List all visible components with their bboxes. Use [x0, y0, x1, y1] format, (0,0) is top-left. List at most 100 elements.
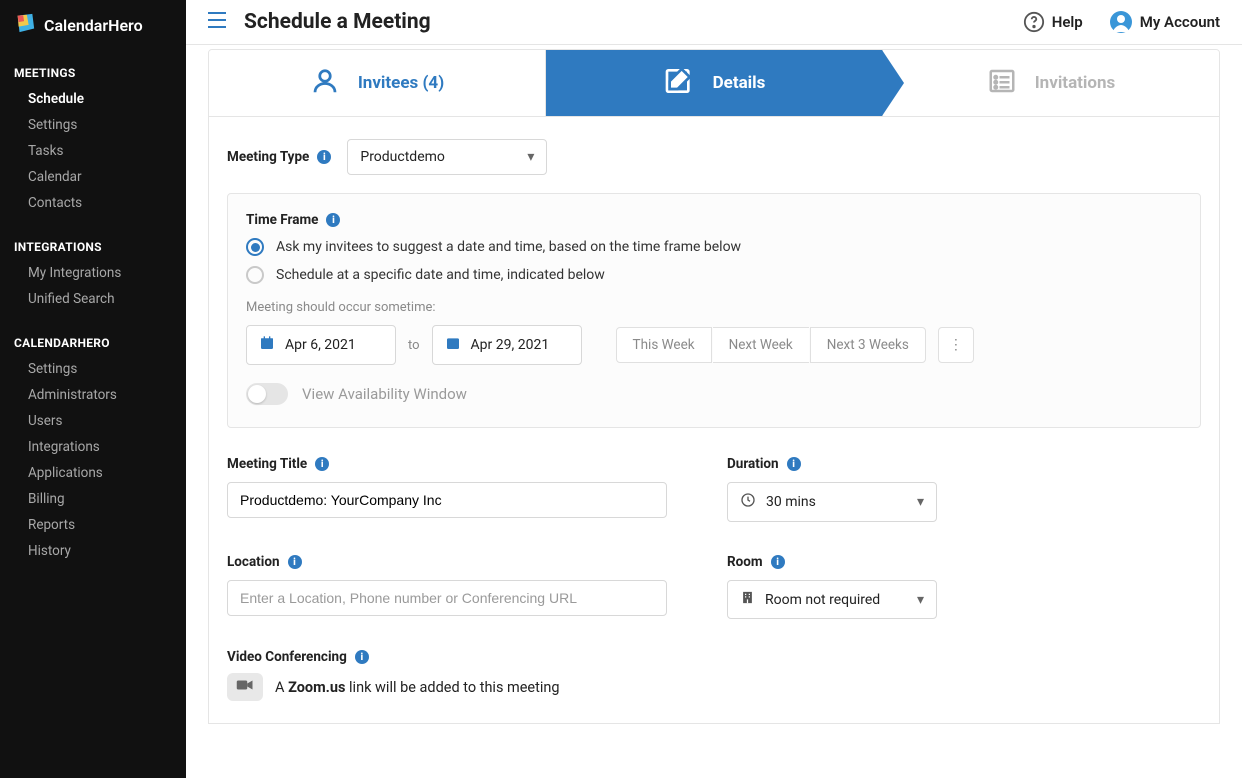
nav-item-settings[interactable]: Settings — [0, 112, 186, 138]
date-from-input[interactable]: Apr 6, 2021 — [246, 325, 396, 365]
camera-icon — [236, 678, 254, 696]
nav-item-users[interactable]: Users — [0, 408, 186, 434]
quick-range-group: This Week Next Week Next 3 Weeks — [616, 327, 926, 363]
caret-down-icon: ▾ — [917, 494, 924, 510]
nav-group-calendarhero: CALENDARHERO — [0, 326, 186, 356]
availability-toggle[interactable] — [246, 383, 288, 405]
wizard-step-invitees[interactable]: Invitees (4) — [209, 50, 545, 116]
info-icon[interactable]: i — [317, 150, 331, 164]
wizard-step-label: Invitees (4) — [358, 73, 444, 93]
radio-icon — [246, 266, 264, 284]
kebab-icon: ⋮ — [949, 337, 963, 353]
help-icon — [1023, 11, 1045, 33]
wizard-tabs: Invitees (4) Details Invitations — [208, 49, 1220, 117]
page-title: Schedule a Meeting — [244, 10, 431, 34]
info-icon[interactable]: i — [771, 555, 785, 569]
my-account-button[interactable]: My Account — [1109, 10, 1220, 34]
edit-icon — [663, 65, 695, 101]
date-to-word: to — [408, 338, 420, 353]
location-label: Location i — [227, 554, 667, 570]
meeting-title-input[interactable] — [240, 492, 654, 508]
duration-value: 30 mins — [766, 494, 816, 510]
info-icon[interactable]: i — [288, 555, 302, 569]
radio-label: Ask my invitees to suggest a date and ti… — [276, 239, 741, 255]
room-label-text: Room — [727, 554, 763, 570]
video-conferencing-label: Video Conferencing i — [227, 649, 369, 665]
meeting-title-label: Meeting Title i — [227, 456, 667, 472]
video-conferencing-label-text: Video Conferencing — [227, 649, 347, 665]
nav-item-ch-settings[interactable]: Settings — [0, 356, 186, 382]
quick-next-week[interactable]: Next Week — [713, 327, 809, 363]
duration-label-text: Duration — [727, 456, 779, 472]
clock-icon — [740, 492, 756, 512]
details-panel: Meeting Type i Productdemo ▾ Time Frame … — [208, 117, 1220, 724]
duration-select[interactable]: 30 mins ▾ — [727, 482, 937, 522]
nav-item-billing[interactable]: Billing — [0, 486, 186, 512]
meeting-type-label-text: Meeting Type — [227, 149, 309, 165]
quick-this-week[interactable]: This Week — [616, 327, 712, 363]
nav-group-meetings: MEETINGS — [0, 56, 186, 86]
nav-item-contacts[interactable]: Contacts — [0, 190, 186, 216]
info-icon[interactable]: i — [315, 457, 329, 471]
meeting-title-input-wrap — [227, 482, 667, 518]
location-input-wrap — [227, 580, 667, 616]
wizard-step-label: Invitations — [1035, 73, 1116, 93]
sidebar: CalendarHero MEETINGS Schedule Settings … — [0, 0, 186, 778]
more-ranges-button[interactable]: ⋮ — [938, 327, 974, 363]
caret-down-icon: ▾ — [917, 592, 924, 608]
nav-item-unified-search[interactable]: Unified Search — [0, 286, 186, 312]
nav-item-administrators[interactable]: Administrators — [0, 382, 186, 408]
timeframe-radio-ask[interactable]: Ask my invitees to suggest a date and ti… — [246, 238, 1182, 256]
date-to-input[interactable]: Apr 29, 2021 — [432, 325, 582, 365]
wizard-step-invitations[interactable]: Invitations — [882, 50, 1219, 116]
menu-toggle-icon[interactable] — [208, 12, 226, 33]
duration-label: Duration i — [727, 456, 1167, 472]
location-input[interactable] — [240, 590, 654, 606]
caret-down-icon: ▾ — [527, 149, 534, 165]
list-icon — [987, 66, 1017, 100]
availability-toggle-label: View Availability Window — [302, 385, 467, 403]
nav-item-tasks[interactable]: Tasks — [0, 138, 186, 164]
wizard-step-details[interactable]: Details — [545, 50, 882, 116]
meeting-type-value: Productdemo — [360, 149, 445, 165]
video-provider-badge[interactable] — [227, 673, 263, 701]
topbar: Schedule a Meeting Help My Account — [186, 0, 1242, 45]
radio-label: Schedule at a specific date and time, in… — [276, 267, 605, 283]
time-frame-label-text: Time Frame — [246, 212, 318, 228]
timeframe-radio-specific[interactable]: Schedule at a specific date and time, in… — [246, 266, 1182, 284]
quick-next-3-weeks[interactable]: Next 3 Weeks — [810, 327, 926, 363]
info-icon[interactable]: i — [326, 213, 340, 227]
calendar-icon — [259, 335, 275, 355]
user-icon — [310, 66, 340, 100]
meeting-title-label-text: Meeting Title — [227, 456, 307, 472]
date-to-value: Apr 29, 2021 — [471, 337, 550, 353]
nav-item-reports[interactable]: Reports — [0, 512, 186, 538]
radio-icon — [246, 238, 264, 256]
time-frame-label: Time Frame i — [246, 212, 340, 228]
nav-item-applications[interactable]: Applications — [0, 460, 186, 486]
account-label: My Account — [1140, 13, 1220, 31]
nav-group-integrations: INTEGRATIONS — [0, 230, 186, 260]
nav-item-history[interactable]: History — [0, 538, 186, 564]
brand-name: CalendarHero — [44, 16, 143, 35]
info-icon[interactable]: i — [787, 457, 801, 471]
meeting-type-label: Meeting Type i — [227, 149, 331, 165]
nav-item-ch-integrations[interactable]: Integrations — [0, 434, 186, 460]
nav-item-my-integrations[interactable]: My Integrations — [0, 260, 186, 286]
logo-icon — [14, 12, 36, 38]
meeting-type-select[interactable]: Productdemo ▾ — [347, 139, 547, 175]
timeframe-hint: Meeting should occur sometime: — [246, 300, 1182, 315]
nav-item-calendar[interactable]: Calendar — [0, 164, 186, 190]
info-icon[interactable]: i — [355, 650, 369, 664]
help-button[interactable]: Help — [1023, 11, 1083, 33]
nav-item-schedule[interactable]: Schedule — [0, 86, 186, 112]
main-content: Schedule a Meeting Help My Account — [186, 0, 1242, 778]
calendar-icon — [445, 335, 461, 355]
time-frame-card: Time Frame i Ask my invitees to suggest … — [227, 193, 1201, 428]
brand-logo[interactable]: CalendarHero — [0, 0, 186, 56]
help-label: Help — [1052, 13, 1083, 31]
wizard-step-label: Details — [713, 73, 766, 93]
account-icon — [1109, 10, 1133, 34]
room-value: Room not required — [765, 592, 880, 608]
room-select[interactable]: Room not required ▾ — [727, 580, 937, 619]
